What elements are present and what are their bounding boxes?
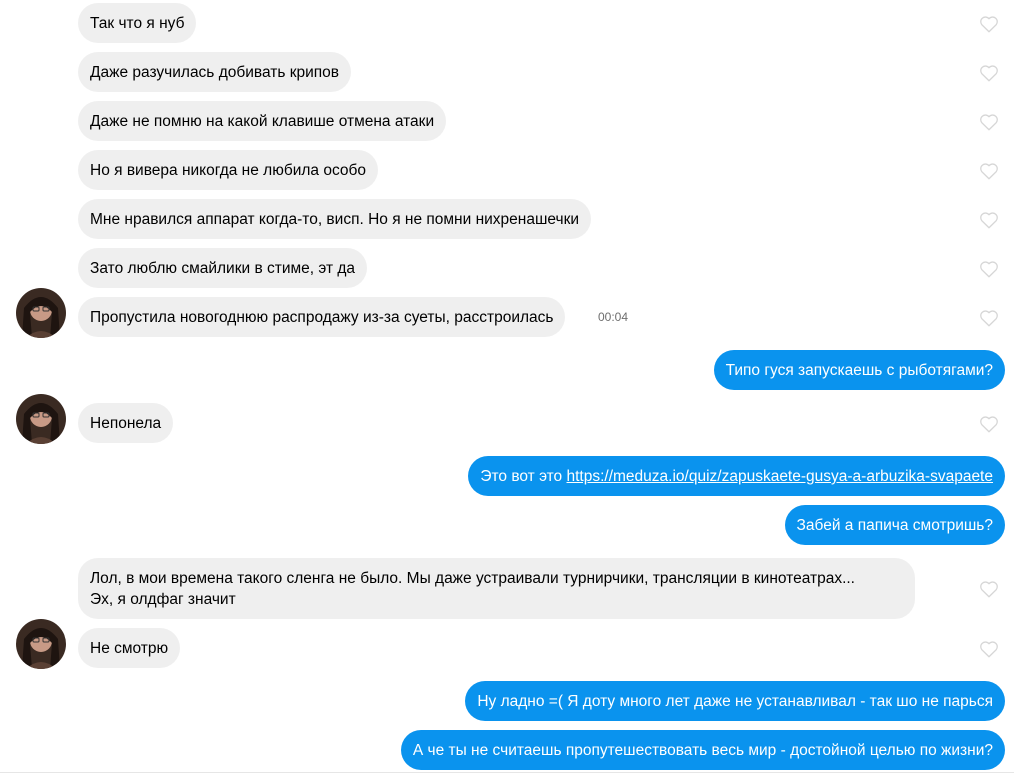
like-heart-icon[interactable] bbox=[979, 113, 999, 131]
like-heart-icon[interactable] bbox=[979, 162, 999, 180]
message-text-line: Эх, я олдфаг значит bbox=[90, 591, 236, 608]
message-bubble-outgoing[interactable]: Забей а папича смотришь? bbox=[784, 505, 1005, 545]
message-bubble-incoming[interactable]: Мне нравился аппарат когда-то, висп. Но … bbox=[78, 199, 592, 239]
message-text: Зато люблю смайлики в стиме, эт да bbox=[90, 260, 356, 277]
message-text: Так что я нуб bbox=[90, 15, 185, 32]
message-link[interactable]: https://meduza.io/quiz/zapuskaete-gusya-… bbox=[567, 468, 994, 485]
message-bubble-incoming[interactable]: Не смотрю bbox=[78, 628, 181, 668]
message-bubble-incoming[interactable]: Даже разучилась добивать крипов bbox=[78, 52, 352, 92]
like-heart-icon[interactable] bbox=[979, 211, 999, 229]
message-bubble-incoming[interactable]: Непонела bbox=[78, 403, 174, 443]
like-heart-icon[interactable] bbox=[979, 15, 999, 33]
message-text-line: Лол, в мои времена такого сленга не было… bbox=[90, 570, 855, 587]
message-text: А че ты не считаешь пропутешествовать ве… bbox=[412, 742, 993, 759]
message-timestamp: 00:04 bbox=[598, 310, 629, 324]
message-text: Типо гуся запускаешь с рыботягами? bbox=[725, 362, 993, 379]
message-bubble-incoming[interactable]: Так что я нуб bbox=[78, 3, 197, 43]
message-text: Мне нравился аппарат когда-то, висп. Но … bbox=[90, 211, 580, 228]
contact-avatar[interactable] bbox=[16, 619, 66, 669]
like-heart-icon[interactable] bbox=[979, 309, 999, 327]
like-heart-icon[interactable] bbox=[979, 640, 999, 658]
contact-avatar[interactable] bbox=[16, 394, 66, 444]
message-bubble-outgoing[interactable]: А че ты не считаешь пропутешествовать ве… bbox=[400, 730, 1005, 770]
message-bubble-incoming[interactable]: Лол, в мои времена такого сленга не было… bbox=[78, 558, 915, 619]
message-bubble-incoming[interactable]: Даже не помню на какой клавише отмена ат… bbox=[78, 101, 447, 141]
like-heart-icon[interactable] bbox=[979, 64, 999, 82]
message-text: Забей а папича смотришь? bbox=[796, 517, 993, 534]
message-text: Ну ладно =( Я доту много лет даже не уст… bbox=[477, 693, 993, 710]
like-heart-icon[interactable] bbox=[979, 260, 999, 278]
message-bubble-incoming[interactable]: Зато люблю смайлики в стиме, эт да bbox=[78, 248, 368, 288]
message-text: Не смотрю bbox=[90, 640, 169, 657]
message-text: Даже разучилась добивать крипов bbox=[90, 64, 340, 81]
message-bubble-outgoing[interactable]: Ну ладно =( Я доту много лет даже не уст… bbox=[465, 681, 1005, 721]
message-text: Непонела bbox=[90, 415, 162, 432]
message-bubble-incoming[interactable]: Пропустила новогоднюю распродажу из-за с… bbox=[78, 297, 566, 337]
like-heart-icon[interactable] bbox=[979, 580, 999, 598]
message-bubble-outgoing[interactable]: Типо гуся запускаешь с рыботягами? bbox=[713, 350, 1005, 390]
message-text: Пропустила новогоднюю распродажу из-за с… bbox=[90, 309, 554, 326]
message-bubble-incoming[interactable]: Но я вивера никогда не любила особо bbox=[78, 150, 378, 190]
message-bubble-outgoing[interactable]: Это вот это https://meduza.io/quiz/zapus… bbox=[468, 456, 1005, 496]
message-text: Но я вивера никогда не любила особо bbox=[90, 162, 366, 179]
message-text: Даже не помню на какой клавише отмена ат… bbox=[90, 113, 435, 130]
contact-avatar[interactable] bbox=[16, 288, 66, 338]
message-text: Это вот это bbox=[480, 468, 567, 485]
like-heart-icon[interactable] bbox=[979, 415, 999, 433]
